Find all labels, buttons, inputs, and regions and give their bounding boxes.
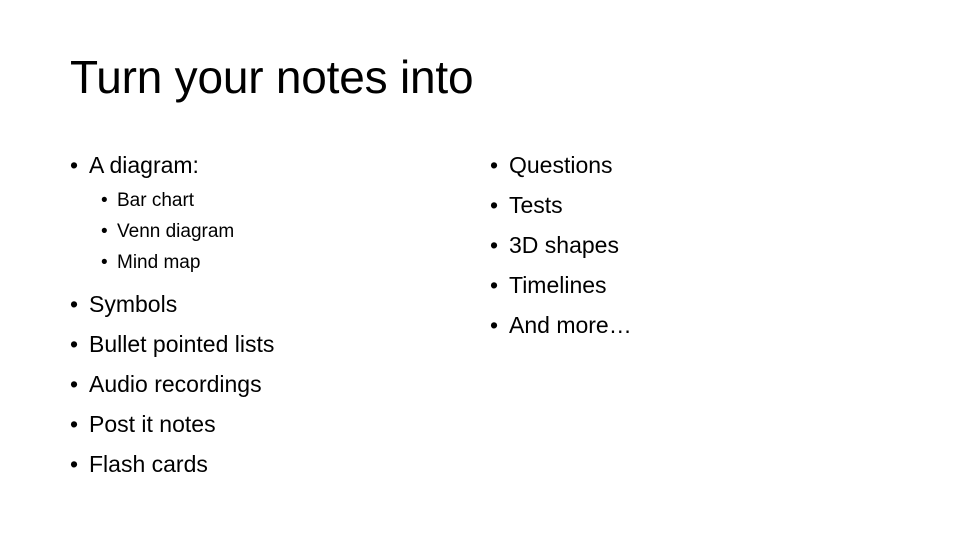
left-bullet-list: • A diagram: • Bar chart • Venn diagram …	[70, 145, 450, 484]
list-item-label: Post it notes	[89, 411, 216, 437]
list-item-label: 3D shapes	[509, 232, 619, 258]
list-item-label: Mind map	[117, 252, 201, 273]
list-item: • Flash cards	[70, 444, 450, 484]
list-item: • Venn diagram	[101, 216, 450, 247]
bullet-icon: •	[70, 152, 79, 178]
bullet-icon: •	[490, 232, 499, 258]
right-bullet-list: • Questions • Tests • 3D shapes • Timeli…	[490, 145, 870, 345]
list-item: • Mind map	[101, 247, 450, 278]
list-item-label: Audio recordings	[89, 371, 262, 397]
list-item: • Questions	[490, 145, 870, 185]
list-item: • A diagram:	[70, 145, 450, 185]
list-item: • Bar chart	[101, 185, 450, 216]
bullet-icon: •	[70, 411, 79, 437]
list-item-label: Tests	[509, 192, 563, 218]
slide-canvas: Turn your notes into • A diagram: • Bar …	[0, 0, 960, 540]
list-item: • Bullet pointed lists	[70, 324, 450, 364]
list-item: • Symbols	[70, 284, 450, 324]
page-title: Turn your notes into	[70, 51, 474, 103]
bullet-icon: •	[101, 221, 108, 242]
bullet-icon: •	[490, 192, 499, 218]
left-content-column: • A diagram: • Bar chart • Venn diagram …	[70, 145, 450, 484]
left-sub-bullet-list: • Bar chart • Venn diagram • Mind map	[70, 185, 450, 278]
list-item-label: Questions	[509, 152, 613, 178]
list-item: • And more…	[490, 305, 870, 345]
list-item: • Tests	[490, 185, 870, 225]
bullet-icon: •	[70, 331, 79, 357]
list-item-label: Bar chart	[117, 190, 195, 211]
bullet-icon: •	[101, 190, 108, 211]
list-item: • Post it notes	[70, 404, 450, 444]
bullet-icon: •	[70, 451, 79, 477]
bullet-icon: •	[70, 291, 79, 317]
list-item-label: And more…	[509, 312, 632, 338]
bullet-icon: •	[70, 371, 79, 397]
bullet-icon: •	[490, 152, 499, 178]
list-item-label: Flash cards	[89, 451, 208, 477]
list-item-label: Timelines	[509, 272, 607, 298]
right-content-column: • Questions • Tests • 3D shapes • Timeli…	[490, 145, 870, 345]
list-item: • Timelines	[490, 265, 870, 305]
list-item-label: Bullet pointed lists	[89, 331, 275, 357]
bullet-icon: •	[490, 312, 499, 338]
list-item-label: Symbols	[89, 291, 178, 317]
list-item-label: A diagram:	[89, 152, 199, 178]
bullet-icon: •	[101, 252, 108, 273]
list-item-label: Venn diagram	[117, 221, 235, 242]
list-item: • 3D shapes	[490, 225, 870, 265]
list-item: • Audio recordings	[70, 364, 450, 404]
bullet-icon: •	[490, 272, 499, 298]
